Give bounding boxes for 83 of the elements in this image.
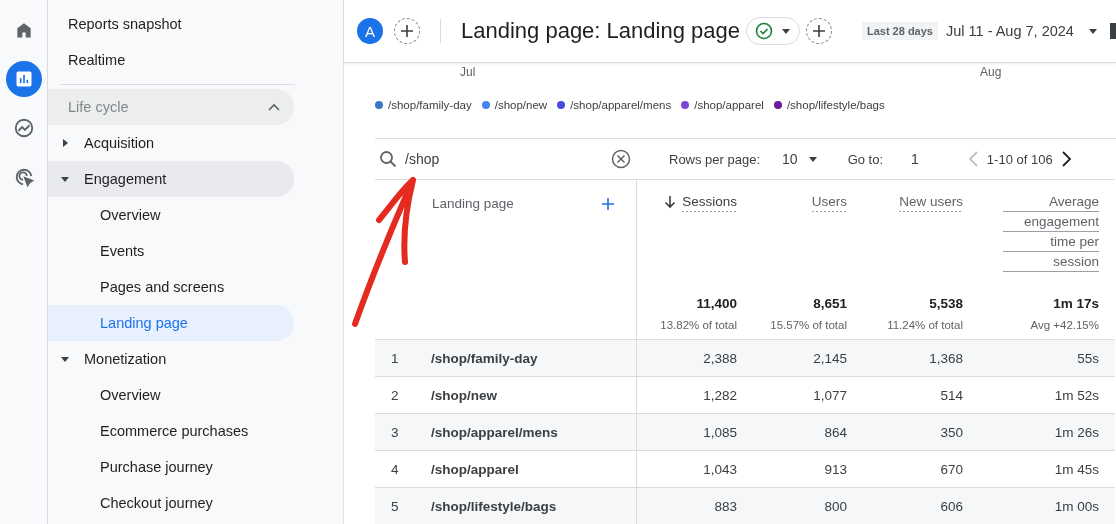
table-cell: 1m 26s: [971, 413, 1115, 450]
search-field[interactable]: /shop: [375, 149, 637, 169]
status-dropdown[interactable]: [745, 17, 800, 45]
landing-page-cell: /shop/family-day: [431, 350, 538, 366]
nav-item[interactable]: Overview: [48, 197, 294, 233]
chevron-right-icon: [1060, 150, 1073, 168]
row-number: 2: [390, 387, 400, 403]
legend-label: /shop/apparel/mens: [570, 99, 672, 111]
total-share: 13.82% of total: [660, 319, 737, 331]
nav-link[interactable]: Reports snapshot: [48, 6, 343, 42]
nav-item[interactable]: Pages and screens: [48, 269, 294, 305]
caret-icon: [807, 154, 818, 164]
plus-icon: [810, 23, 827, 39]
clear-button[interactable]: [611, 149, 631, 169]
nav-item[interactable]: Ecommerce purchases: [48, 413, 294, 449]
legend-label: /shop/apparel: [694, 99, 764, 111]
date-range[interactable]: Jul 11 - Aug 7, 2024: [946, 23, 1074, 39]
table-cell: 1,368: [855, 339, 971, 376]
legend-label: /shop/lifestyle/bags: [786, 99, 885, 111]
row-number: 3: [390, 424, 400, 440]
table-cell: 864: [745, 413, 855, 450]
nav-item[interactable]: Checkout journey: [48, 485, 294, 521]
column-header: Landing page: [432, 196, 514, 211]
table-cell: 55s: [971, 339, 1115, 376]
table-cell: 1,085: [637, 413, 745, 450]
row-number: 1: [390, 350, 400, 366]
search-icon: [379, 150, 397, 168]
date-range-chip: Last 28 days: [861, 22, 938, 40]
table-cell: 800: [745, 487, 855, 524]
row-number: 5: [390, 498, 400, 514]
nav-group[interactable]: Acquisition: [48, 125, 294, 161]
caret-icon: [60, 354, 70, 364]
go-to-label: Go to:: [847, 151, 884, 167]
row-number: 4: [390, 461, 400, 477]
landing-page-cell: /shop/apparel: [431, 461, 519, 477]
axis-label: Aug: [980, 65, 1002, 79]
table-cell: 883: [637, 487, 745, 524]
landing-page-cell: /shop/lifestyle/bags: [431, 498, 557, 514]
nav-group[interactable]: Engagement: [48, 161, 294, 197]
caret-icon: [780, 26, 791, 36]
total-share: Avg +42.15%: [1030, 319, 1099, 331]
table-cell: 1m 00s: [971, 487, 1115, 524]
total-share: 15.57% of total: [770, 319, 847, 331]
caret-icon: [1087, 26, 1098, 36]
column-total: 1m 17s: [1053, 296, 1099, 311]
add-dimension-button[interactable]: [600, 196, 616, 212]
column-total: 8,651: [813, 296, 847, 311]
next-page-button[interactable]: [1060, 150, 1073, 168]
nav-group[interactable]: Monetization: [48, 341, 294, 377]
table-cell: 606: [855, 487, 971, 524]
nav-item[interactable]: Landing page: [48, 305, 294, 341]
check-circle-icon: [754, 22, 773, 40]
nav-link[interactable]: Realtime: [48, 42, 343, 78]
avatar[interactable]: A: [357, 18, 383, 44]
plus-icon: [399, 23, 415, 39]
landing-page-cell: /shop/new: [431, 387, 497, 403]
nav-item[interactable]: Overview: [48, 377, 294, 413]
nav-item[interactable]: Purchase journey: [48, 449, 294, 485]
report-title: Landing page: Landing page: [461, 18, 740, 44]
total-share: 11.24% of total: [887, 319, 963, 331]
legend-label: /shop/family-day: [388, 99, 472, 111]
go-to-field[interactable]: 1: [911, 151, 919, 167]
table-cell: 2,145: [745, 339, 855, 376]
close-icon: [611, 149, 631, 169]
chevron-icon: [268, 103, 280, 111]
caret-icon: [60, 174, 70, 184]
column-total: 5,538: [929, 296, 963, 311]
column-total: 11,400: [696, 296, 737, 311]
table-cell: 350: [855, 413, 971, 450]
table-cell: 2,388: [637, 339, 745, 376]
rows-per-page-label: Rows per page:: [669, 151, 761, 167]
legend-label: /shop/new: [494, 99, 548, 111]
axis-label: Jul: [460, 65, 476, 79]
trend-chart-icon: [12, 117, 35, 139]
caret-icon: [60, 138, 70, 148]
nav-rail-button[interactable]: [5, 61, 42, 97]
landing-page-cell: /shop/apparel/mens: [431, 424, 558, 440]
nav-item[interactable]: Events: [48, 233, 294, 269]
sort-arrow-icon: [664, 195, 677, 209]
chevron-left-icon: [966, 150, 979, 168]
plus-icon: [600, 196, 616, 212]
page-range: 1-10 of 106: [986, 151, 1053, 167]
rows-per-page-select[interactable]: 10: [782, 151, 818, 167]
